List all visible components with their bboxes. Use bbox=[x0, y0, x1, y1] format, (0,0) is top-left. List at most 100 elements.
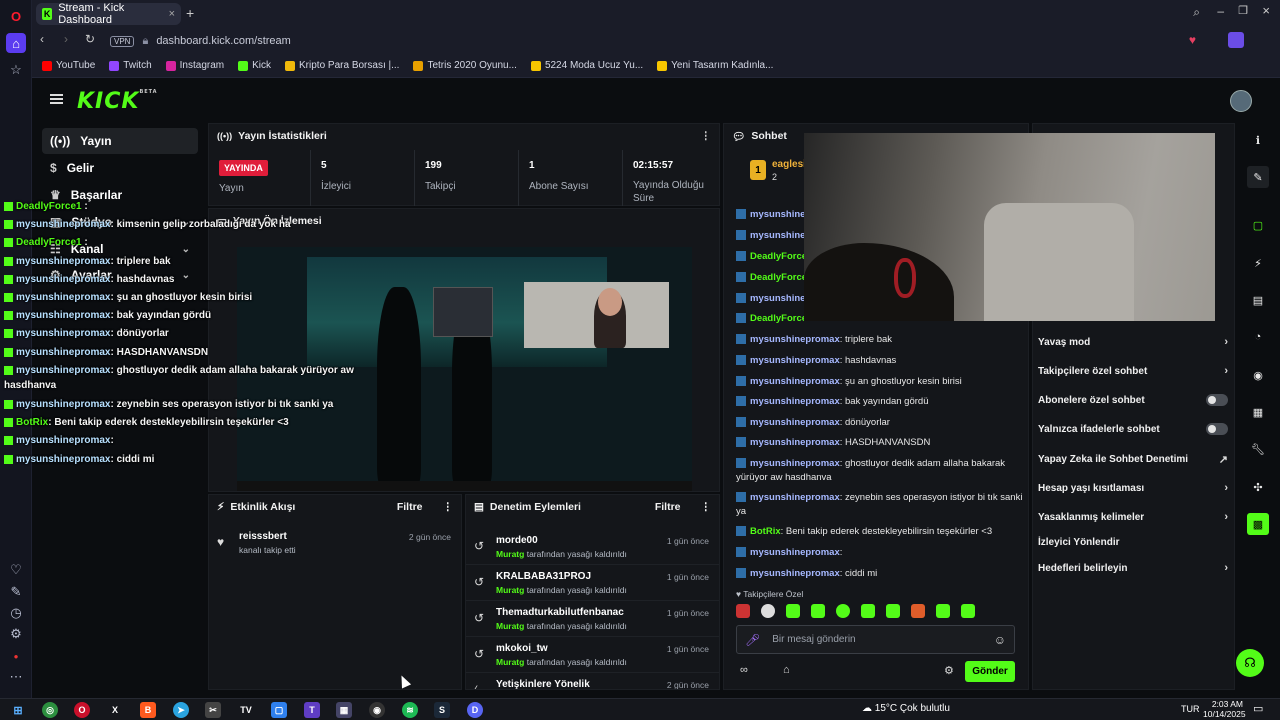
emoji-icon[interactable]: ☺ bbox=[994, 633, 1006, 647]
emote-icon[interactable] bbox=[761, 604, 775, 618]
chat-setting-row[interactable]: Yalnızca ifadelerle sohbet bbox=[1038, 423, 1228, 435]
app-icon[interactable]: ▢ bbox=[271, 702, 287, 718]
chat-username[interactable]: mysunshinepromax bbox=[750, 334, 840, 345]
brave-icon[interactable]: B bbox=[140, 702, 156, 718]
chat-username[interactable]: mysunshinepromax bbox=[750, 376, 840, 387]
broadcast-icon[interactable]: ◉ bbox=[1247, 364, 1269, 386]
favorite-heart-icon[interactable]: ♥ bbox=[1189, 33, 1196, 47]
chrome-icon[interactable]: ◎ bbox=[42, 702, 58, 718]
chat-setting-row[interactable]: Takipçilere özel sohbet › bbox=[1038, 365, 1228, 377]
teams-icon[interactable]: T bbox=[304, 702, 320, 718]
chat-setting-row[interactable]: Yasaklanmış kelimeler › bbox=[1038, 511, 1228, 523]
close-window-icon[interactable]: × bbox=[1262, 3, 1270, 18]
hamburger-menu-icon[interactable] bbox=[50, 94, 63, 104]
info-icon[interactable]: ℹ bbox=[1247, 129, 1269, 151]
home-icon[interactable]: ⌂ bbox=[6, 33, 26, 53]
toggle-switch[interactable] bbox=[1206, 394, 1228, 406]
more-options-icon[interactable]: ⋮ bbox=[701, 501, 712, 513]
tradingview-icon[interactable]: TV bbox=[238, 702, 254, 718]
minimize-icon[interactable]: – bbox=[1217, 4, 1224, 18]
bookmark-moda[interactable]: 5224 Moda Ucuz Yu... bbox=[530, 60, 643, 71]
chat-username[interactable]: BotRix bbox=[750, 526, 781, 537]
bookmark-instagram[interactable]: Instagram bbox=[165, 60, 224, 71]
nav-gelir[interactable]: $ Gelir bbox=[42, 155, 198, 181]
support-icon[interactable]: ☊ bbox=[1236, 649, 1264, 677]
chat-username[interactable]: mysunshinepromax bbox=[750, 547, 840, 558]
edit-icon[interactable]: ✎ bbox=[6, 582, 26, 602]
chat-username[interactable]: mysunshine bbox=[750, 293, 805, 304]
emote-icon[interactable] bbox=[936, 604, 950, 618]
bookmark-youtube[interactable]: YouTube bbox=[42, 60, 95, 71]
microphone-icon[interactable]: 🎤︎ bbox=[745, 633, 760, 647]
filter-button[interactable]: Filtre bbox=[655, 501, 681, 513]
chat-username[interactable]: mysunshinepromax bbox=[750, 458, 840, 469]
chat-username[interactable]: mysunshinepromax bbox=[750, 396, 840, 407]
new-tab-icon[interactable]: + bbox=[186, 5, 194, 21]
extension-icon[interactable]: ● bbox=[6, 646, 26, 666]
chat-username[interactable]: mysunshinepromax bbox=[750, 437, 840, 448]
clock[interactable]: 2:03 AM 10/14/2025 bbox=[1203, 699, 1246, 719]
chat-username[interactable]: DeadlyForce bbox=[750, 251, 807, 262]
chat-username[interactable]: mysunshinepromax bbox=[750, 492, 840, 503]
send-button[interactable]: Gönder bbox=[965, 661, 1015, 682]
vpn-badge[interactable]: VPN bbox=[110, 35, 135, 47]
history-icon[interactable]: ◷ bbox=[6, 603, 26, 623]
chat-username[interactable]: DeadlyForce bbox=[750, 313, 807, 324]
opera-icon[interactable]: O bbox=[74, 702, 90, 718]
pencil-icon[interactable]: ✎ bbox=[1247, 166, 1269, 188]
puzzle-icon[interactable]: ✣ bbox=[1247, 476, 1269, 498]
kick-logo[interactable]: KICKBETA bbox=[77, 89, 158, 114]
windows-start-icon[interactable]: ⊞ bbox=[10, 702, 26, 718]
chat-setting-row[interactable]: İzleyici Yönlendir bbox=[1038, 537, 1228, 548]
chat-settings-icon[interactable]: ⚙ bbox=[944, 664, 954, 677]
obs-icon[interactable]: ◉ bbox=[369, 702, 385, 718]
layout-icon[interactable]: ▦ bbox=[1247, 401, 1269, 423]
toggle-switch[interactable] bbox=[1206, 423, 1228, 435]
reload-icon[interactable]: ↻ bbox=[85, 32, 95, 46]
weather-widget[interactable]: ☁ 15°C Çok bulutlu bbox=[862, 703, 950, 714]
bookmark-kripto[interactable]: Kripto Para Borsası |... bbox=[285, 60, 399, 71]
avatar[interactable] bbox=[1230, 90, 1252, 112]
telegram-icon[interactable]: ➤ bbox=[173, 702, 189, 718]
opera-logo-icon[interactable]: O bbox=[6, 6, 26, 26]
emote-icon[interactable] bbox=[836, 604, 850, 618]
chat-icon[interactable]: ◔ bbox=[1247, 326, 1269, 348]
bookmark-twitch[interactable]: Twitch bbox=[109, 60, 152, 71]
language-indicator[interactable]: TUR bbox=[1181, 704, 1200, 714]
close-tab-icon[interactable]: × bbox=[169, 8, 175, 20]
chat-input[interactable]: 🎤︎ Bir mesaj gönderin ☺ bbox=[736, 625, 1015, 654]
bookmark-tetris[interactable]: Tetris 2020 Oyunu... bbox=[413, 60, 517, 71]
app-icon[interactable]: ▦ bbox=[336, 702, 352, 718]
url-field[interactable]: VPN 🔒︎ dashboard.kick.com/stream bbox=[110, 31, 1120, 51]
filter-button[interactable]: Filtre bbox=[397, 501, 423, 513]
emote-icon[interactable] bbox=[786, 604, 800, 618]
heart-icon[interactable]: ♡ bbox=[6, 560, 26, 580]
star-icon[interactable]: ☆ bbox=[6, 60, 26, 80]
chat-username[interactable]: DeadlyForce bbox=[750, 272, 807, 283]
wrench-icon[interactable]: 🔧︎ bbox=[1247, 438, 1269, 460]
chat-setting-row[interactable]: Yavaş mod › bbox=[1038, 336, 1228, 348]
top-chatter[interactable]: eaglesi bbox=[772, 159, 806, 170]
store-icon[interactable]: ⌂ bbox=[783, 664, 790, 676]
forward-icon[interactable]: › bbox=[64, 32, 68, 46]
emote-icon[interactable] bbox=[961, 604, 975, 618]
chat-setting-row[interactable]: Abonelere özel sohbet bbox=[1038, 394, 1228, 406]
capcut-icon[interactable]: ✂ bbox=[205, 702, 221, 718]
emote-icon[interactable] bbox=[736, 604, 750, 618]
emote-icon[interactable] bbox=[861, 604, 875, 618]
settings-icon[interactable]: ⚙ bbox=[6, 624, 26, 644]
restore-icon[interactable]: ❐ bbox=[1238, 4, 1248, 17]
discord-icon[interactable]: D bbox=[467, 702, 483, 718]
chat-username[interactable]: mysunshinepromax bbox=[750, 417, 840, 428]
tab-kick-dashboard[interactable]: K Stream - Kick Dashboard × bbox=[36, 2, 181, 26]
chat-setting-row[interactable]: Hedefleri belirleyin › bbox=[1038, 562, 1228, 574]
spotify-icon[interactable]: ≋ bbox=[402, 702, 418, 718]
steam-icon[interactable]: S bbox=[434, 702, 450, 718]
chat-setting-row[interactable]: Yapay Zeka ile Sohbet Denetimi ↗ bbox=[1038, 453, 1228, 466]
lightning-icon[interactable]: ⚡︎ bbox=[1247, 252, 1269, 274]
more-options-icon[interactable]: ⋮ bbox=[443, 501, 454, 513]
emote-icon[interactable] bbox=[811, 604, 825, 618]
clapper-icon[interactable]: ▩ bbox=[1247, 513, 1269, 535]
chat-username[interactable]: mysunshinepromax bbox=[750, 355, 840, 366]
search-icon[interactable]: ⌕ bbox=[1193, 5, 1200, 20]
